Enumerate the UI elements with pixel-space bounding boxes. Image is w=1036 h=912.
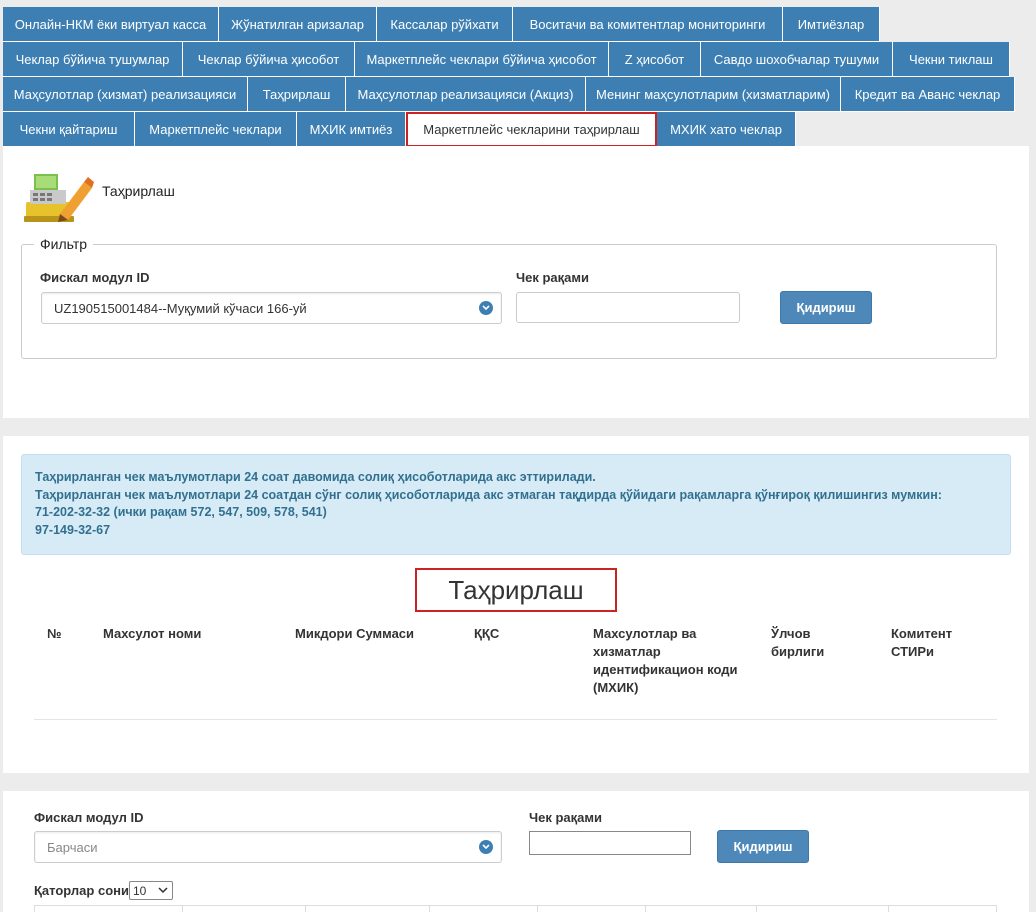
edit-panel: Таҳрирланган чек маълумотлари 24 соат да… [3,436,1029,773]
tab-intermediaries[interactable]: Воситачи ва комитентлар мониторинги [513,7,783,42]
filter-legend: Фильтр [40,236,88,252]
tab-receipt-revenues[interactable]: Чеклар бўйича тушумлар [3,42,183,77]
tab-row-2: Чеклар бўйича тушумлар Чеклар бўйича ҳис… [3,42,1033,77]
info-phone-2: 97-149-32-67 [35,522,111,537]
bottom-search-button[interactable]: Қидириш [717,830,809,863]
column-committent-tin: Комитент СТИРи [891,626,953,659]
rows-count-value: 10 [133,883,147,898]
column-product-name: Махсулот номи [103,626,202,641]
tab-mxik-benefit[interactable]: МХИК имтиёз [297,112,406,147]
fiscal-module-value: UZ190515001484--Муқумий кўчаси 166-уй [54,300,307,316]
receipt-number-input[interactable] [516,292,740,323]
fiscal-module-label: Фискал модул ID [40,270,150,285]
list-filter-panel: Фискал модул ID Барчаси Чек рақами Қидир… [3,791,1029,912]
tab-my-products[interactable]: Менинг маҳсулотларим (хизматларим) [586,77,841,112]
bottom-receipt-number-input[interactable] [529,831,691,855]
column-mxik-code: Махсулотлар ва хизматлар идентификацион … [593,626,738,695]
column-number: № [47,626,62,641]
tab-credit-advance[interactable]: Кредит ва Аванс чеклар [841,77,1015,112]
tab-editing[interactable]: Таҳрирлаш [248,77,346,112]
rows-count-select[interactable]: 10 [129,881,173,900]
tab-sent-applications[interactable]: Жўнатилган аризалар [219,7,377,42]
search-button[interactable]: Қидириш [780,291,872,324]
bottom-receipt-number-label: Чек рақами [529,810,602,825]
table-divider [34,719,997,720]
column-vat: ҚҚС [474,626,500,641]
cash-register-edit-icon [22,168,94,224]
tab-return-receipt[interactable]: Чекни қайтариш [3,112,135,147]
filter-panel: Таҳрирлаш Фильтр Фискал модул ID UZ19051… [3,146,1029,418]
tab-receipt-report[interactable]: Чеклар бўйича ҳисобот [183,42,355,77]
tab-product-sales[interactable]: Маҳсулотлар (хизмат) реализацияси [3,77,248,112]
chevron-down-icon [479,301,493,315]
bottom-fiscal-module-select[interactable]: Барчаси [34,831,502,863]
info-line-2: Таҳрирланган чек маълумотлари 24 соатдан… [35,487,942,502]
page-title: Таҳрирлаш [102,183,175,199]
tab-outlet-revenue[interactable]: Савдо шохобчалар тушуми [701,42,893,77]
tab-online-nkm[interactable]: Онлайн-НКМ ёки виртуал касса [3,7,219,42]
tab-row-4: Чекни қайтариш Маркетплейс чеклари МХИК … [3,112,1033,147]
tab-marketplace-receipts[interactable]: Маркетплейс чеклари [135,112,297,147]
tab-restore-receipt[interactable]: Чекни тиклаш [893,42,1010,77]
fiscal-module-select[interactable]: UZ190515001484--Муқумий кўчаси 166-уй [41,292,502,324]
edit-section-title: Таҳрирлаш [415,568,617,612]
bottom-fiscal-module-value: Барчаси [47,839,98,855]
results-table-header [34,905,997,912]
info-alert: Таҳрирланган чек маълумотлари 24 соат да… [21,454,1011,555]
tab-row-1: Онлайн-НКМ ёки виртуал касса Жўнатилган … [3,7,1033,42]
tab-bar: Онлайн-НКМ ёки виртуал касса Жўнатилган … [3,7,1033,147]
tab-cash-registers[interactable]: Кассалар рўйхати [377,7,513,42]
tab-z-report[interactable]: Z ҳисобот [609,42,701,77]
tab-marketplace-edit[interactable]: Маркетплейс чекларини таҳрирлаш [406,112,657,147]
tab-benefits[interactable]: Имтиёзлар [783,7,880,42]
column-unit: Ўлчов бирлиги [771,626,825,659]
info-line-1: Таҳрирланган чек маълумотлари 24 соат да… [35,470,596,484]
tab-excise-sales[interactable]: Маҳсулотлар реализацияси (Акциз) [346,77,586,112]
column-quantity-amount: Микдори Суммаси [295,626,415,641]
receipt-number-label: Чек рақами [516,270,589,285]
rows-count-label: Қаторлар сони [34,883,129,898]
tab-marketplace-report[interactable]: Маркетплейс чеклари бўйича ҳисобот [355,42,609,77]
chevron-down-icon [479,840,493,854]
info-phone-1: 71-202-32-32 (ички рақам 572, 547, 509, … [35,505,327,519]
tab-mxik-error[interactable]: МХИК хато чеклар [657,112,796,147]
bottom-fiscal-module-label: Фискал модул ID [34,810,144,825]
tab-row-3: Маҳсулотлар (хизмат) реализацияси Таҳрир… [3,77,1033,112]
